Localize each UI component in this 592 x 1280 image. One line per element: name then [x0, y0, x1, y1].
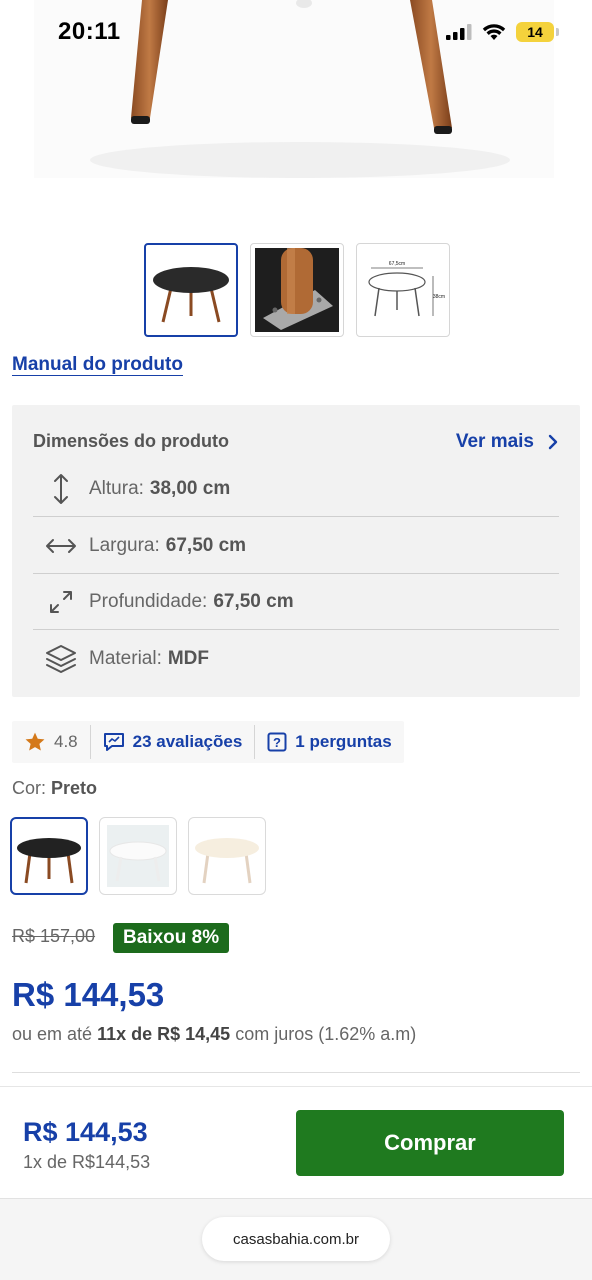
thumbnail-3[interactable]: 67,5cm 38cm: [356, 243, 450, 337]
color-label: Cor: Preto: [12, 778, 97, 799]
status-bar: 20:11 14: [0, 0, 592, 64]
divider: [12, 1072, 580, 1073]
rating-value: 4.8: [54, 732, 78, 751]
drawing-height-label: 38cm: [433, 294, 445, 300]
questions-link[interactable]: ? 1 perguntas: [255, 721, 403, 763]
svg-text:?: ?: [273, 735, 281, 750]
thumbnail-2[interactable]: [250, 243, 344, 337]
drawing-width-label: 67,5cm: [389, 261, 405, 267]
swatch-black[interactable]: [10, 817, 88, 895]
dimension-label: Material:: [89, 648, 162, 669]
white-table-swatch: [107, 825, 169, 887]
old-price: R$ 157,00: [12, 926, 96, 946]
natural-table-swatch: [195, 838, 259, 884]
footer-installment: 1x de R$144,53: [23, 1152, 151, 1172]
signal-icon: [446, 24, 472, 40]
footer-price: R$ 144,53: [23, 1117, 148, 1147]
dimension-value: 67,50 cm: [165, 534, 247, 556]
color-value: Preto: [51, 778, 98, 798]
installments-prefix: ou em até: [12, 1024, 93, 1044]
installments-text: ou em até 11x de R$ 14,45 com juros (1.6…: [12, 1024, 416, 1045]
questions-count: 1 perguntas: [295, 732, 392, 751]
dimension-value: 38,00 cm: [149, 477, 231, 499]
dimensions-title: Dimensões do produto: [33, 431, 230, 451]
question-icon: ?: [267, 732, 287, 752]
see-more-label: Ver mais: [455, 431, 534, 452]
thumbnail-1[interactable]: [144, 243, 238, 337]
buy-button[interactable]: Comprar: [296, 1110, 564, 1176]
color-swatches: [10, 817, 266, 895]
status-time: 20:11: [58, 18, 121, 45]
image-thumbnails: 67,5cm 38cm: [144, 243, 450, 337]
swatch-white[interactable]: [99, 817, 177, 895]
rating-bar: 4.8 23 avaliações ? 1 perguntas: [12, 721, 404, 763]
table-leg-closeup-image: [255, 248, 339, 332]
dimension-row-depth: Profundidade: 67,50 cm: [33, 574, 559, 630]
vertical-arrows-icon: [33, 473, 89, 505]
current-price: R$ 144,53: [12, 976, 165, 1013]
rating-score: 4.8: [12, 721, 90, 763]
dimension-row-width: Largura: 67,50 cm: [33, 518, 559, 574]
status-icons: 14: [446, 22, 559, 42]
dimensions-panel: Dimensões do produto Ver mais Altura: 38…: [12, 405, 580, 697]
browser-bar: casasbahia.com.br: [0, 1198, 592, 1280]
dimension-label: Profundidade:: [89, 590, 208, 612]
dimensions-drawing-image: 67,5cm 38cm: [368, 261, 445, 317]
manual-link[interactable]: Manual do produto: [12, 354, 183, 376]
installments-suffix: com juros (1.62% a.m): [235, 1024, 417, 1044]
dimension-row-height: Altura: 38,00 cm: [33, 461, 559, 517]
discount-badge: Baixou 8%: [113, 923, 230, 953]
battery-level: 14: [527, 24, 543, 40]
diagonal-expand-icon: [33, 588, 89, 616]
dimension-value: 67,50 cm: [213, 590, 294, 612]
layers-icon: [33, 644, 89, 674]
reviews-link[interactable]: 23 avaliações: [91, 721, 255, 763]
dimension-row-material: Material: MDF: [33, 631, 559, 687]
reviews-count: 23 avaliações: [132, 732, 243, 751]
chevron-right-icon: [548, 434, 558, 450]
battery-indicator: 14: [516, 22, 559, 42]
wifi-icon: [482, 24, 506, 40]
chat-bubble-icon: [103, 733, 124, 751]
black-table-image: [153, 267, 229, 323]
dimension-label: Largura:: [89, 534, 160, 556]
installments-amount: 11x de R$ 14,45: [97, 1024, 231, 1044]
dimension-label: Altura:: [89, 477, 144, 499]
swatch-natural[interactable]: [188, 817, 266, 895]
url-bar[interactable]: casasbahia.com.br: [202, 1217, 390, 1261]
star-icon: [25, 732, 45, 751]
color-label-text: Cor:: [12, 778, 47, 798]
black-table-swatch: [17, 838, 81, 884]
horizontal-arrows-icon: [33, 536, 89, 556]
see-more-link[interactable]: Ver mais: [456, 431, 558, 453]
dimension-value: MDF: [167, 648, 210, 669]
divider: [0, 1086, 592, 1087]
